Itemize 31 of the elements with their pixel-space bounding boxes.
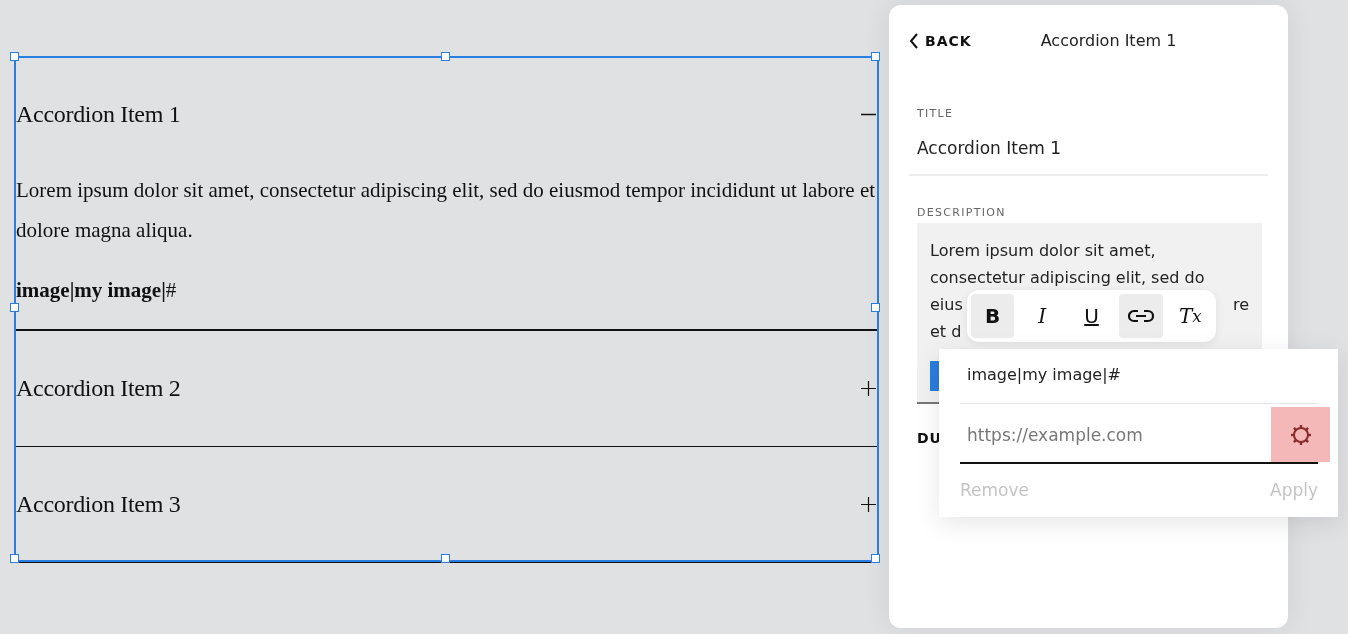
link-button[interactable] [1119, 294, 1163, 338]
accordion-title[interactable]: Accordion Item 1 [16, 100, 181, 128]
url-field[interactable]: https://example.com [960, 407, 1271, 462]
resize-handle[interactable] [10, 52, 19, 61]
plus-icon[interactable] [861, 497, 876, 512]
italic-button[interactable]: I [1020, 294, 1064, 338]
text-selection-highlight [930, 361, 939, 391]
link-icon [1127, 309, 1154, 323]
accordion-body-text: Lorem ipsum dolor sit amet, consectetur adipiscing elit, sed do eiusmod tempor incididunt ut labore et dolore magna aliqua. [16, 177, 877, 244]
resize-handle[interactable] [871, 52, 880, 61]
plus-icon[interactable] [861, 381, 876, 396]
accordion-title[interactable]: Accordion Item 3 [16, 491, 181, 518]
resize-handle[interactable] [871, 554, 880, 563]
panel-title: Accordion Item 1 [1039, 31, 1178, 50]
image-link-text: image|my image|# [16, 278, 177, 302]
resize-handle[interactable] [871, 303, 880, 312]
field-label: DESCRIPTION [917, 206, 1007, 219]
underline-button[interactable]: U [1069, 294, 1114, 338]
link-text: image|my image|# [960, 349, 1318, 404]
accordion-title[interactable]: Accordion Item 2 [16, 375, 181, 402]
resize-handle[interactable] [440, 554, 450, 563]
bold-button[interactable]: B [971, 294, 1015, 338]
back-button[interactable]: BACK [909, 32, 972, 49]
settings-button[interactable] [1271, 407, 1330, 462]
gear-icon [1288, 422, 1313, 447]
field-label: TITLE [917, 107, 955, 120]
resize-handle[interactable] [10, 303, 19, 312]
resize-handle[interactable] [10, 554, 19, 563]
chevron-left-icon [909, 32, 919, 49]
resize-handle[interactable] [440, 52, 450, 61]
title-field[interactable]: Accordion Item 1 [909, 120, 1268, 176]
